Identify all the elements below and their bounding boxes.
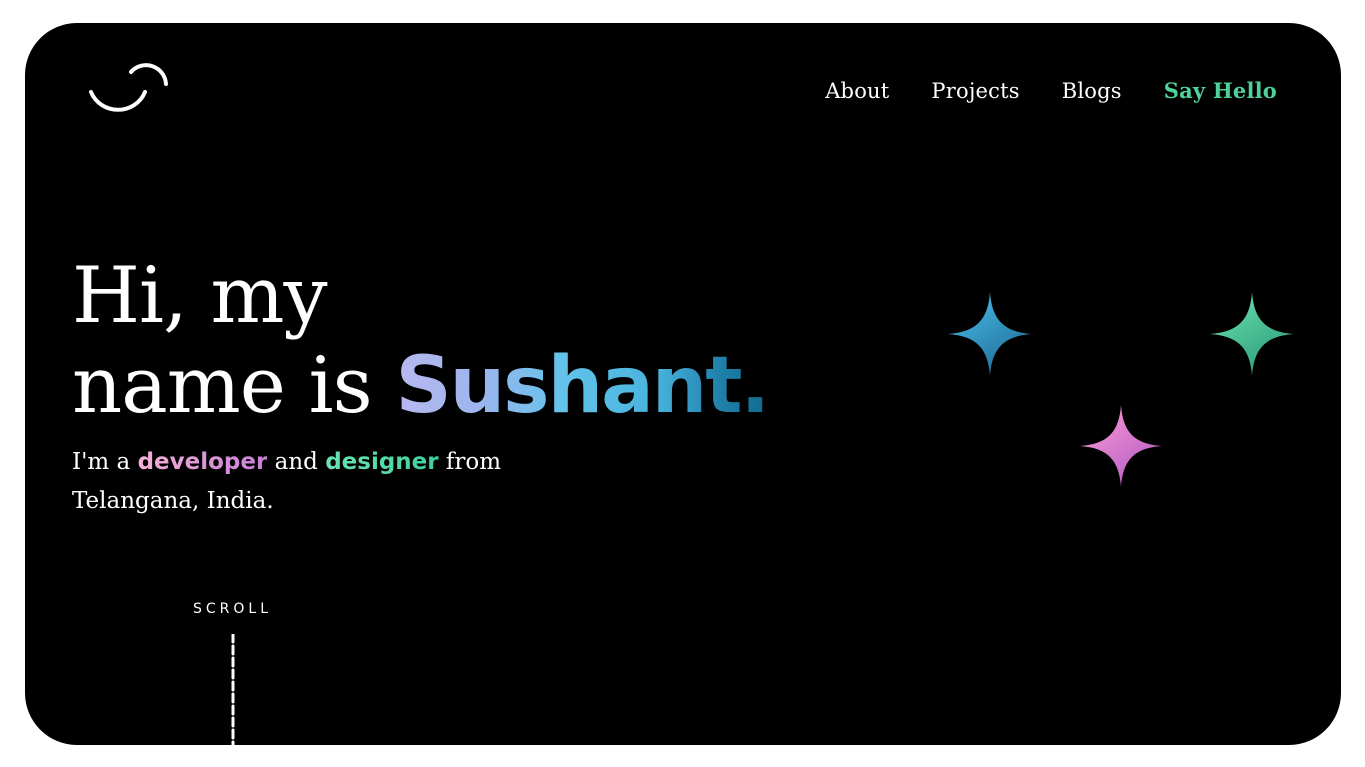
hero-line-2: name is Sushant.	[72, 341, 770, 431]
hero-tagline: I'm a developer and designer from Telanga…	[72, 443, 542, 521]
smile-logo-icon[interactable]	[87, 62, 169, 122]
hero-line-2-prefix: name is	[72, 341, 396, 431]
tagline-location: Telangana, India.	[72, 488, 274, 514]
tagline-part-3: from	[438, 449, 502, 475]
say-hello-link[interactable]: Say Hello	[1164, 78, 1277, 103]
tagline-developer: developer	[137, 449, 268, 475]
scroll-indicator-label[interactable]: SCROLL	[193, 601, 272, 617]
scroll-indicator-line	[231, 634, 235, 767]
hero-name: Sushant.	[395, 341, 770, 431]
hero-line-1: Hi, my	[72, 251, 328, 341]
nav-about-link[interactable]: About	[825, 79, 889, 103]
sparkle-icon-green	[1210, 292, 1294, 376]
nav-blogs-link[interactable]: Blogs	[1062, 79, 1122, 103]
tagline-part-1: I'm a	[72, 449, 138, 475]
hero-heading: Hi, my name is Sushant.	[72, 251, 770, 431]
sparkle-icon-pink	[1080, 405, 1162, 487]
main-nav: About Projects Blogs Say Hello	[783, 78, 1277, 103]
sparkle-icon-blue	[948, 292, 1032, 376]
tagline-designer: designer	[325, 449, 439, 475]
nav-projects-link[interactable]: Projects	[931, 79, 1019, 103]
tagline-part-2: and	[267, 449, 326, 475]
